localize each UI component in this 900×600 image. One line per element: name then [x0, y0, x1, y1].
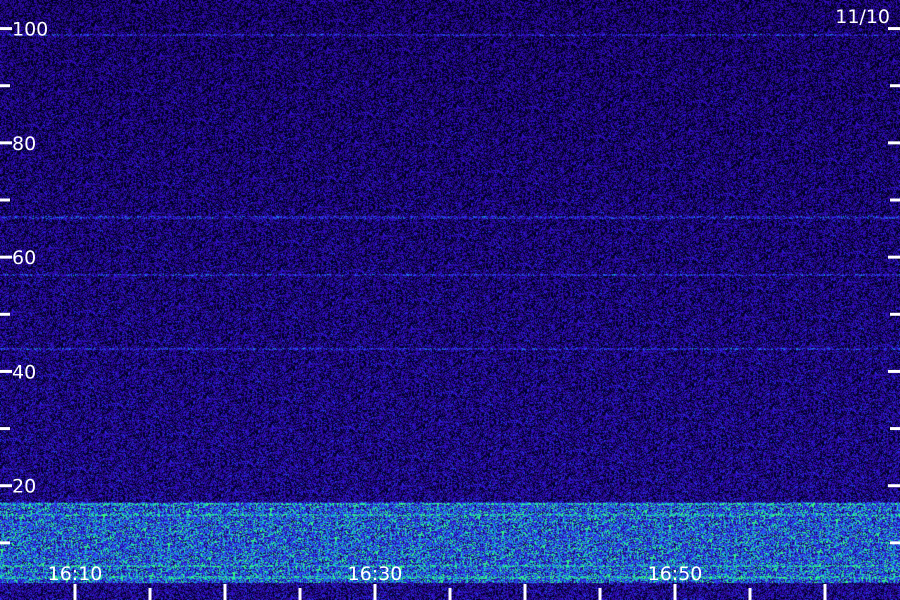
date-label: 11/10 — [835, 6, 890, 28]
x-tick-label: 16:30 — [348, 563, 403, 585]
x-tick-label: 16:10 — [48, 563, 103, 585]
y-tick-label: 40 — [12, 361, 36, 383]
x-tick-label: 16:50 — [648, 563, 703, 585]
y-tick-label: 60 — [12, 247, 36, 269]
y-tick-label: 80 — [12, 133, 36, 155]
y-tick-label: 20 — [12, 476, 36, 498]
spectrogram-heatmap — [0, 0, 900, 600]
y-tick-label: 100 — [12, 19, 48, 41]
spectrogram-chart: 100 80 60 40 20 16:10 16:30 16:50 11/10 — [0, 0, 900, 600]
